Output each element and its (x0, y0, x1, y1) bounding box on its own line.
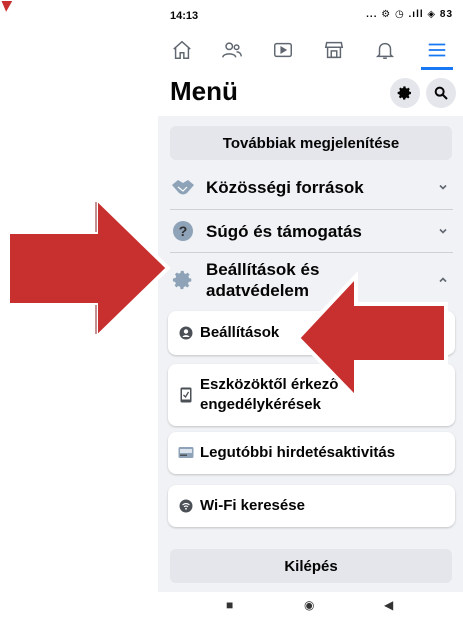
divider (170, 252, 453, 253)
chevron-down-icon (439, 184, 447, 190)
nav-notifications[interactable] (363, 30, 407, 70)
settings-item-settings[interactable]: Beállítások (168, 311, 455, 355)
settings-item-ad-activity[interactable]: Legutóbbi hirdetésaktivitás (168, 432, 455, 474)
logout-button[interactable]: Kilépés (170, 549, 452, 583)
gear-icon (397, 86, 411, 100)
menu-icon (428, 43, 446, 57)
profile-icon (178, 325, 194, 341)
nav-watch[interactable] (261, 30, 305, 70)
wifi-icon (178, 498, 194, 514)
settings-item-label: Legutóbbi hirdetésaktivitás (200, 444, 396, 461)
status-bar: 14:13 ... ⚙ ◷ .ıll ◈ 83 (158, 0, 463, 30)
settings-item-label: Beállítások (200, 324, 280, 341)
menu-header: Menü (158, 70, 463, 116)
home-icon (173, 40, 191, 59)
settings-item-device-requests[interactable]: Eszközöktől érkező engedélykérések (168, 364, 455, 426)
search-icon (434, 86, 448, 100)
back-button[interactable]: ◀ (384, 598, 393, 612)
section-community-resources[interactable]: Közösségi források (158, 166, 463, 208)
section-label: Közösségi források (206, 177, 364, 197)
friends-icon (222, 42, 242, 58)
top-navigation (158, 30, 463, 70)
chevron-up-icon (439, 277, 447, 283)
system-navigation-bar: ■ ◉ ◀ (158, 592, 463, 617)
arrow-right-icon (6, 193, 171, 343)
marketplace-icon (324, 41, 344, 59)
section-label: Súgó és támogatás (206, 221, 362, 241)
watch-icon (274, 42, 292, 58)
phone-screen: 14:13 ... ⚙ ◷ .ıll ◈ 83 Menü Továbbiak m… (158, 0, 463, 617)
settings-item-label: Wi-Fi keresése (200, 497, 305, 514)
nav-menu[interactable] (415, 30, 459, 70)
gear-icon (170, 267, 196, 293)
section-help-support[interactable]: ? Súgó és támogatás (158, 210, 463, 252)
handshake-icon (170, 174, 196, 200)
settings-item-label: Eszközöktől érkező engedélykérések (200, 376, 339, 413)
see-more-button[interactable]: Továbbiak megjelenítése (170, 126, 452, 160)
settings-button[interactable] (390, 78, 420, 108)
section-label: Beállítások és adatvédelem (206, 260, 320, 300)
nav-home[interactable] (160, 30, 204, 70)
home-button[interactable]: ◉ (304, 598, 314, 612)
recent-apps-button[interactable]: ■ (226, 598, 233, 612)
help-icon: ? (170, 218, 196, 244)
status-time: 14:13 (170, 10, 199, 22)
svg-text:?: ? (179, 223, 188, 239)
status-icons: ... ⚙ ◷ .ıll ◈ 83 (366, 9, 453, 20)
chevron-down-icon (439, 228, 447, 234)
nav-marketplace[interactable] (312, 30, 356, 70)
page-title: Menü (170, 76, 238, 106)
corner-arrow-fragment (0, 0, 16, 17)
search-button[interactable] (426, 78, 456, 108)
settings-item-find-wifi[interactable]: Wi-Fi keresése (168, 485, 455, 527)
device-icon (178, 387, 194, 403)
ads-icon (178, 445, 194, 461)
section-settings-privacy[interactable]: Beállítások és adatvédelem (158, 254, 463, 306)
nav-friends[interactable] (210, 30, 254, 70)
notifications-icon (375, 42, 395, 59)
